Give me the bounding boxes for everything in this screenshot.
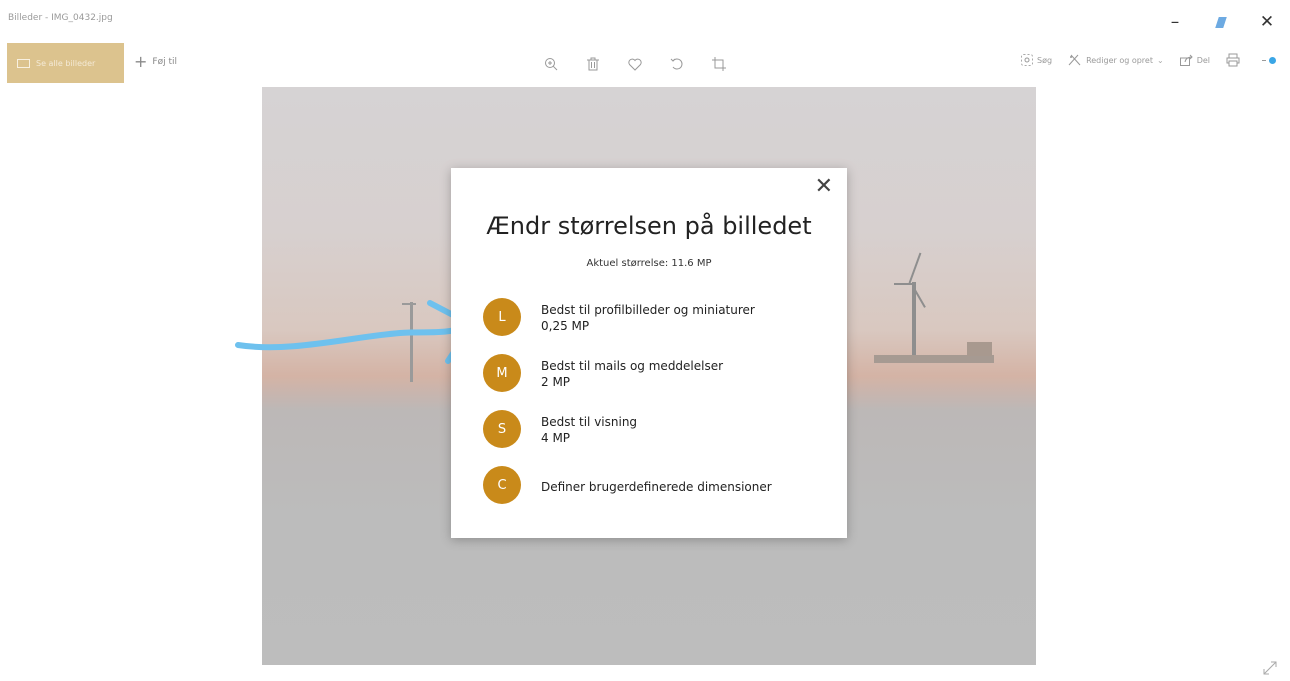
restore-button[interactable] bbox=[1198, 8, 1244, 36]
building-right bbox=[874, 355, 994, 363]
option-small-size: 4 MP bbox=[541, 431, 571, 445]
option-large-badge: L bbox=[483, 298, 521, 336]
photos-icon bbox=[17, 58, 30, 68]
option-custom[interactable]: C Definer brugerdefinerede dimensioner bbox=[483, 466, 823, 522]
more-dash-icon bbox=[1262, 59, 1266, 61]
option-medium-text: Bedst til mails og meddelelser 2 MP bbox=[541, 358, 723, 390]
option-custom-label: Definer brugerdefinerede dimensioner bbox=[541, 480, 772, 494]
close-icon[interactable]: ✕ bbox=[815, 176, 833, 198]
delete-button[interactable] bbox=[582, 53, 604, 75]
current-size-label: Aktuel størrelse: 11.6 MP bbox=[586, 258, 712, 269]
printer-icon bbox=[1226, 53, 1240, 67]
print-button[interactable] bbox=[1226, 53, 1240, 67]
option-large-label: Bedst til profilbilleder og miniaturer bbox=[541, 303, 755, 317]
option-small[interactable]: S Bedst til visning 4 MP bbox=[483, 410, 823, 466]
resize-options: L Bedst til profilbilleder og miniaturer… bbox=[483, 298, 823, 522]
window-controls: – ✕ bbox=[1152, 8, 1290, 36]
search-label: Søg bbox=[1037, 55, 1053, 65]
edit-icon bbox=[1068, 54, 1081, 66]
option-small-text: Bedst til visning 4 MP bbox=[541, 414, 637, 446]
restore-icon bbox=[1215, 16, 1227, 28]
trash-icon bbox=[587, 57, 599, 71]
crop-button[interactable] bbox=[708, 53, 730, 75]
heart-icon bbox=[628, 58, 642, 71]
share-icon bbox=[1179, 54, 1193, 66]
option-custom-text: Definer brugerdefinerede dimensioner bbox=[541, 479, 772, 495]
option-medium-size: 2 MP bbox=[541, 375, 571, 389]
option-large[interactable]: L Bedst til profilbilleder og miniaturer… bbox=[483, 298, 823, 354]
toolbar: Se alle billeder + Føj til Søg Rediger o… bbox=[0, 43, 1290, 83]
crop-icon bbox=[712, 57, 726, 71]
option-small-badge: S bbox=[483, 410, 521, 448]
option-medium-label: Bedst til mails og meddelelser bbox=[541, 359, 724, 373]
turbine-blade-right-1 bbox=[908, 252, 922, 284]
dialog-title: Ændr størrelsen på billedet bbox=[486, 212, 812, 240]
status-dot-icon bbox=[1269, 56, 1276, 64]
turbine-blade-right-2 bbox=[894, 283, 916, 285]
share-button[interactable]: Del bbox=[1179, 54, 1210, 66]
zoom-button[interactable] bbox=[540, 53, 562, 75]
minimize-button[interactable]: – bbox=[1152, 8, 1198, 36]
add-label: Føj til bbox=[152, 57, 177, 67]
rotate-button[interactable] bbox=[666, 53, 688, 75]
search-icon bbox=[1021, 54, 1033, 66]
see-all-photos-button[interactable]: Se alle billeder bbox=[7, 43, 124, 83]
edit-create-button[interactable]: Rediger og opret ⌄ bbox=[1068, 54, 1164, 66]
resize-dialog: ✕ Ændr størrelsen på billedet Aktuel stø… bbox=[451, 168, 847, 538]
favorite-button[interactable] bbox=[624, 53, 646, 75]
chevron-down-icon: ⌄ bbox=[1156, 55, 1164, 65]
right-tools: Søg Rediger og opret ⌄ Del bbox=[1021, 53, 1290, 67]
plus-icon: + bbox=[134, 52, 148, 71]
option-medium[interactable]: M Bedst til mails og meddelelser 2 MP bbox=[483, 354, 823, 410]
option-large-size: 0,25 MP bbox=[541, 319, 590, 333]
close-window-button[interactable]: ✕ bbox=[1244, 8, 1290, 36]
fullscreen-icon[interactable] bbox=[1262, 660, 1278, 676]
edit-create-label: Rediger og opret bbox=[1086, 55, 1153, 65]
search-button[interactable]: Søg bbox=[1021, 54, 1052, 66]
center-tools bbox=[540, 53, 730, 75]
option-medium-badge: M bbox=[483, 354, 521, 392]
rotate-icon bbox=[670, 58, 683, 70]
see-all-label: Se alle billeder bbox=[36, 58, 96, 68]
add-to-button[interactable]: + Føj til bbox=[134, 52, 177, 71]
zoom-icon bbox=[545, 58, 558, 71]
window-title: Billeder - IMG_0432.jpg bbox=[8, 13, 113, 23]
share-label: Del bbox=[1196, 55, 1210, 65]
title-bar: Billeder - IMG_0432.jpg – ✕ bbox=[0, 0, 1290, 38]
option-large-text: Bedst til profilbilleder og miniaturer 0… bbox=[541, 302, 755, 334]
option-small-label: Bedst til visning bbox=[541, 415, 638, 429]
option-custom-badge: C bbox=[483, 466, 521, 504]
more-button[interactable] bbox=[1262, 56, 1276, 64]
building-right-2 bbox=[967, 342, 992, 356]
